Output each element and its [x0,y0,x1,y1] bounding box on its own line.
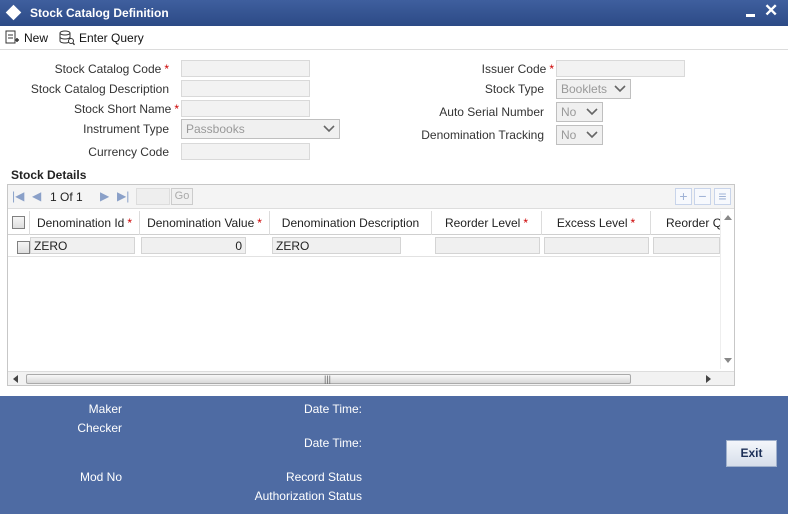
stock-details-grid: |◀ ◀ 1 Of 1 ▶ ▶| Go + − ≡ Denomination I… [7,184,735,386]
authorization-status-label: Authorization Status [254,489,362,503]
stock-catalog-description-field[interactable] [181,80,310,97]
instrument-type-value: Passbooks [186,122,245,136]
horizontal-scroll-thumb[interactable]: ||| [26,374,631,384]
new-button[interactable]: New [4,28,48,48]
page-indicator: 1 Of 1 [50,190,83,204]
grid-header: Denomination Id * Denomination Value * Den… [8,211,720,235]
single-view-icon[interactable]: ≡ [714,188,731,205]
grid-pager: |◀ ◀ 1 Of 1 ▶ ▶| Go + − ≡ [8,185,734,209]
stock-type-label: Stock Type [484,82,544,96]
window-titlebar: Stock Catalog Definition ✕ [0,0,788,26]
reorder-level-cell[interactable] [435,237,540,254]
stock-type-value: Booklets [561,82,608,96]
denomination-tracking-label: Denomination Tracking [421,128,544,142]
reorder-q-cell[interactable] [653,237,720,254]
previous-page-icon[interactable]: ◀ [32,189,41,203]
stock-catalog-code-field[interactable] [181,60,310,77]
denomination-description-cell[interactable]: ZERO [272,237,401,254]
denomination-id-cell[interactable]: ZERO [30,237,135,254]
instrument-type-label: Instrument Type [83,122,169,136]
close-icon[interactable]: ✕ [764,2,778,20]
table-row: ZERO 0 ZERO [8,235,720,257]
next-page-icon[interactable]: ▶ [100,189,109,203]
grip-icon: ||| [324,374,332,384]
enter-query-button[interactable]: Enter Query [58,28,144,48]
scroll-left-icon[interactable] [12,375,18,383]
checker-label: Checker [77,421,122,435]
stock-catalog-description-label: Stock Catalog Description [30,82,169,96]
currency-code-field[interactable] [181,143,310,160]
denomination-tracking-value: No [561,128,577,142]
date-time-label: Date Time: [303,402,362,416]
stock-type-select[interactable]: Booklets [556,79,631,99]
horizontal-scrollbar[interactable]: ||| [8,371,734,385]
column-header-denomination-id[interactable]: Denomination Id * [30,211,140,235]
stock-details-title: Stock Details [11,168,87,182]
new-document-icon [4,30,20,46]
mod-no-label: Mod No [79,470,122,484]
auto-serial-number-label: Auto Serial Number [439,105,544,119]
last-page-icon[interactable]: ▶| [117,189,129,203]
maker-label: Maker [88,402,122,416]
scroll-down-icon[interactable] [724,358,732,364]
excess-level-cell[interactable] [544,237,649,254]
enter-query-label: Enter Query [79,31,144,45]
column-header-reorder-level[interactable]: Reorder Level * [432,211,542,235]
window-diamond-icon [5,4,22,21]
stock-short-name-field[interactable] [181,100,310,117]
go-button[interactable]: Go [171,188,193,205]
column-header-denomination-value[interactable]: Denomination Value * [140,211,270,235]
add-row-icon[interactable]: + [675,188,692,205]
chevron-down-icon [614,85,626,93]
query-icon [58,30,75,46]
denomination-value-cell[interactable]: 0 [141,237,246,254]
issuer-code-label: Issuer Code * [481,62,554,76]
vertical-scrollbar[interactable] [720,211,734,369]
auto-serial-number-value: No [561,105,577,119]
exit-button[interactable]: Exit [726,440,777,467]
chevron-down-icon [586,108,598,116]
stock-catalog-code-label: Stock Catalog Code * [54,62,169,76]
issuer-code-field[interactable] [556,60,685,77]
chevron-down-icon [323,125,335,133]
stock-short-name-label: Stock Short Name * [73,102,179,116]
page-number-input[interactable] [136,188,170,205]
column-header-excess-level[interactable]: Excess Level * [542,211,651,235]
first-page-icon[interactable]: |◀ [12,189,24,203]
date-time-label: Date Time: [303,436,362,450]
window-title: Stock Catalog Definition [30,6,169,20]
select-all-cell [8,211,30,235]
column-header-reorder-q[interactable]: Reorder Q [651,211,720,235]
record-status-label: Record Status [285,470,362,484]
delete-row-icon[interactable]: − [694,188,711,205]
denomination-tracking-select[interactable]: No [556,125,603,145]
minimize-icon[interactable] [744,5,758,19]
audit-footer: Maker Date Time: Checker Date Time: Mod … [0,396,788,514]
currency-code-label: Currency Code [88,145,169,159]
select-all-checkbox[interactable] [12,216,25,229]
toolbar: New Enter Query [0,26,788,50]
new-button-label: New [24,31,49,45]
instrument-type-select[interactable]: Passbooks [181,119,340,139]
chevron-down-icon [586,131,598,139]
scroll-right-icon[interactable] [706,375,712,383]
column-header-denomination-description[interactable]: Denomination Description [270,211,432,235]
scroll-up-icon[interactable] [724,214,732,220]
auto-serial-number-select[interactable]: No [556,102,603,122]
row-checkbox[interactable] [17,241,30,254]
